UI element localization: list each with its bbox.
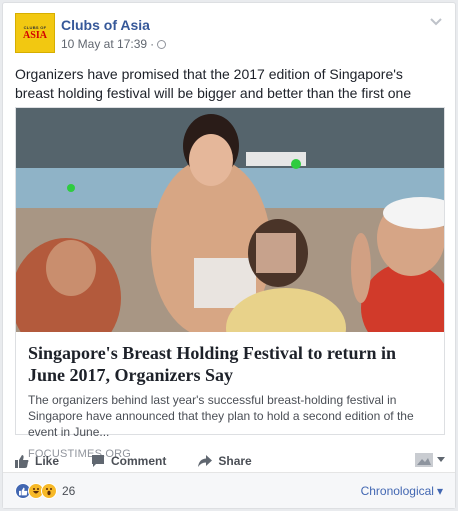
page-name-link[interactable]: Clubs of Asia xyxy=(61,17,150,33)
page-avatar[interactable]: CLUBS OF ASIA xyxy=(15,13,55,53)
avatar-big-text: ASIA xyxy=(23,30,47,41)
thumbs-up-icon xyxy=(15,455,29,468)
chevron-down-icon[interactable] xyxy=(429,17,443,27)
sort-caret-icon: ▾ xyxy=(436,484,443,498)
share-arrow-icon xyxy=(198,455,213,467)
comment-button[interactable]: Comment xyxy=(91,454,166,468)
like-label: Like xyxy=(35,454,60,468)
post-footer: 26 Chronological ▾ xyxy=(3,472,455,508)
post-actions-bar: Like Comment Share xyxy=(15,447,445,475)
share-as-page-menu[interactable] xyxy=(415,453,445,467)
link-preview-card[interactable]: Singapore's Breast Holding Festival to r… xyxy=(15,107,445,460)
post-card: CLUBS OF ASIA Clubs of Asia 10 May at 17… xyxy=(2,2,456,509)
caret-down-icon xyxy=(437,457,445,462)
reaction-count: 26 xyxy=(62,484,76,498)
share-button[interactable]: Share xyxy=(198,454,252,468)
post-text: Organizers have promised that the 2017 e… xyxy=(15,66,412,101)
like-button[interactable]: Like xyxy=(15,454,59,468)
page-thumbnail-icon xyxy=(415,453,433,467)
link-title[interactable]: Singapore's Breast Holding Festival to r… xyxy=(28,342,432,386)
sort-label: Chronological xyxy=(360,484,434,498)
share-label: Share xyxy=(218,454,252,468)
post-meta: 10 May at 17:39 · xyxy=(61,37,167,51)
comment-label: Comment xyxy=(111,454,167,468)
link-preview-body: Singapore's Breast Holding Festival to r… xyxy=(16,332,444,460)
post-timestamp[interactable]: 10 May at 17:39 xyxy=(61,37,147,51)
comment-sort-dropdown[interactable]: Chronological ▾ xyxy=(361,484,443,498)
globe-icon xyxy=(157,39,167,49)
post-header: CLUBS OF ASIA Clubs of Asia 10 May at 17… xyxy=(15,13,443,57)
speech-bubble-icon xyxy=(92,455,105,467)
link-preview-image[interactable] xyxy=(16,108,444,332)
wow-reaction-icon xyxy=(41,483,57,499)
reactions-summary[interactable]: 26 xyxy=(15,483,75,499)
meta-separator: · xyxy=(150,37,155,51)
link-description: The organizers behind last year's succes… xyxy=(28,393,414,439)
